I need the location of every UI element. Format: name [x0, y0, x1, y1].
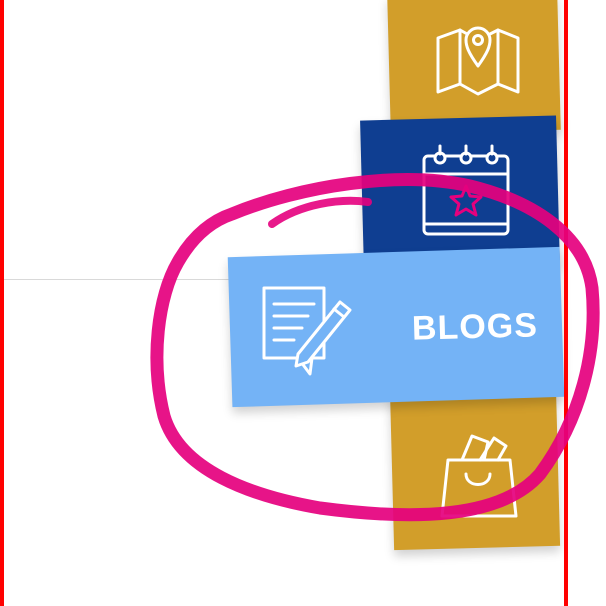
shopping-bag-icon: [440, 434, 518, 518]
map-pin-icon: [436, 26, 520, 96]
divider-line: [4, 279, 236, 280]
left-border-line: [0, 0, 4, 606]
blogs-label[interactable]: BLOGS: [412, 306, 539, 348]
right-border-line: [564, 0, 568, 606]
calendar-star-icon: [422, 144, 510, 236]
blog-edit-icon: [262, 286, 352, 376]
